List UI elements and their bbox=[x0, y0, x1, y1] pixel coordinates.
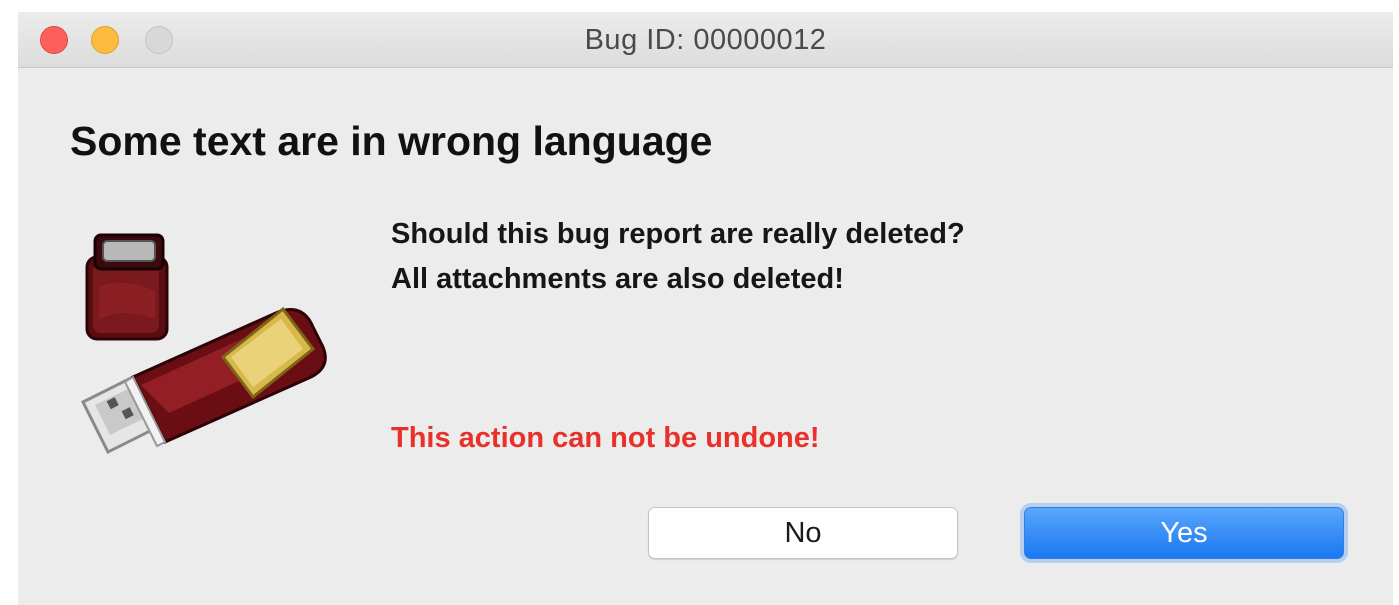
dialog-message: Should this bug report are really delete… bbox=[391, 212, 965, 302]
message-line-1: Should this bug report are really delete… bbox=[391, 218, 965, 250]
window-title: Bug ID: 00000012 bbox=[584, 24, 827, 56]
warning-text: This action can not be undone! bbox=[391, 422, 820, 454]
usb-dongle-icon bbox=[73, 227, 333, 467]
dialog-window: Bug ID: 00000012 Some text are in wrong … bbox=[18, 12, 1393, 605]
no-button[interactable]: No bbox=[648, 507, 958, 559]
dialog-heading: Some text are in wrong language bbox=[70, 118, 713, 164]
usb-cap-shape bbox=[85, 233, 169, 341]
yes-button[interactable]: Yes bbox=[1024, 507, 1344, 559]
title-bar[interactable]: Bug ID: 00000012 bbox=[18, 12, 1393, 68]
message-line-2: All attachments are also deleted! bbox=[391, 263, 844, 295]
